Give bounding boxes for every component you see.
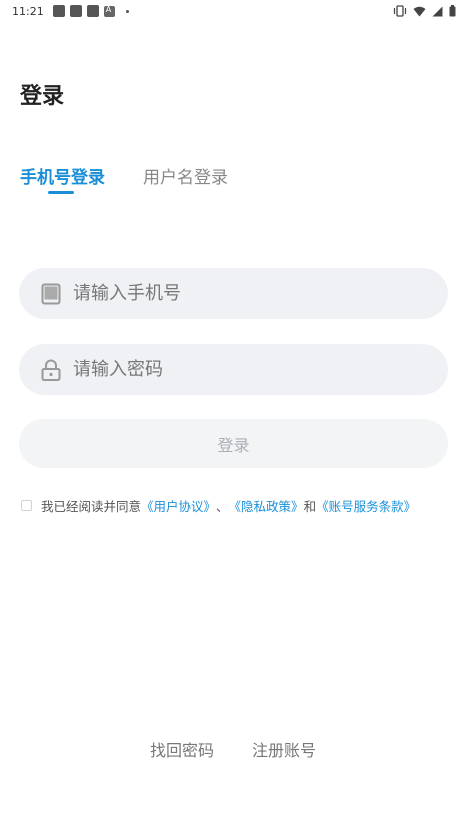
status-time: 11:21 <box>12 4 44 18</box>
privacy-policy-link[interactable]: 《隐私政策》 <box>229 496 304 515</box>
app-notification-icon <box>69 5 82 17</box>
app-notification-icon <box>52 5 65 17</box>
tab-phone-login[interactable]: 手机号登录 <box>20 163 105 194</box>
lock-icon <box>41 359 61 381</box>
password-field[interactable] <box>19 344 448 395</box>
agreement-and: 和 <box>303 499 317 514</box>
register-account-link[interactable]: 注册账号 <box>252 737 316 761</box>
phone-input[interactable] <box>73 283 403 304</box>
agreement-separator: 、 <box>216 499 229 514</box>
page-title: 登录 <box>20 84 65 109</box>
battery-icon <box>449 5 456 17</box>
active-tab-indicator <box>48 191 74 194</box>
login-button[interactable]: 登录 <box>19 419 448 468</box>
account-terms-link[interactable]: 《账号服务条款》 <box>316 496 416 515</box>
status-bar-right <box>393 5 456 17</box>
agreement-row: 我已经阅读并同意 《用户协议》 、 《隐私政策》 和 《账号服务条款》 <box>21 496 416 515</box>
more-notifications-dot <box>125 9 129 13</box>
status-bar: 11:21 <box>0 0 466 22</box>
footer-links: 找回密码 注册账号 <box>0 737 466 761</box>
phone-field[interactable] <box>19 268 448 319</box>
vibrate-icon <box>393 5 407 17</box>
phone-icon <box>41 283 61 305</box>
agreement-checkbox[interactable] <box>21 500 32 511</box>
agreement-prefix: 我已经阅读并同意 <box>41 499 142 514</box>
app-notification-icon <box>86 5 99 17</box>
password-input[interactable] <box>73 359 403 380</box>
recover-password-link[interactable]: 找回密码 <box>150 737 214 761</box>
tab-username-login[interactable]: 用户名登录 <box>143 163 228 188</box>
wifi-icon <box>413 6 426 17</box>
tab-username-login-label: 用户名登录 <box>143 168 228 188</box>
a-notification-icon <box>103 5 115 17</box>
tab-phone-login-label: 手机号登录 <box>20 168 105 188</box>
user-agreement-link[interactable]: 《用户协议》 <box>141 496 216 515</box>
login-tabs: 手机号登录 用户名登录 <box>20 163 228 194</box>
signal-icon <box>432 6 443 17</box>
status-bar-left: 11:21 <box>12 5 129 18</box>
